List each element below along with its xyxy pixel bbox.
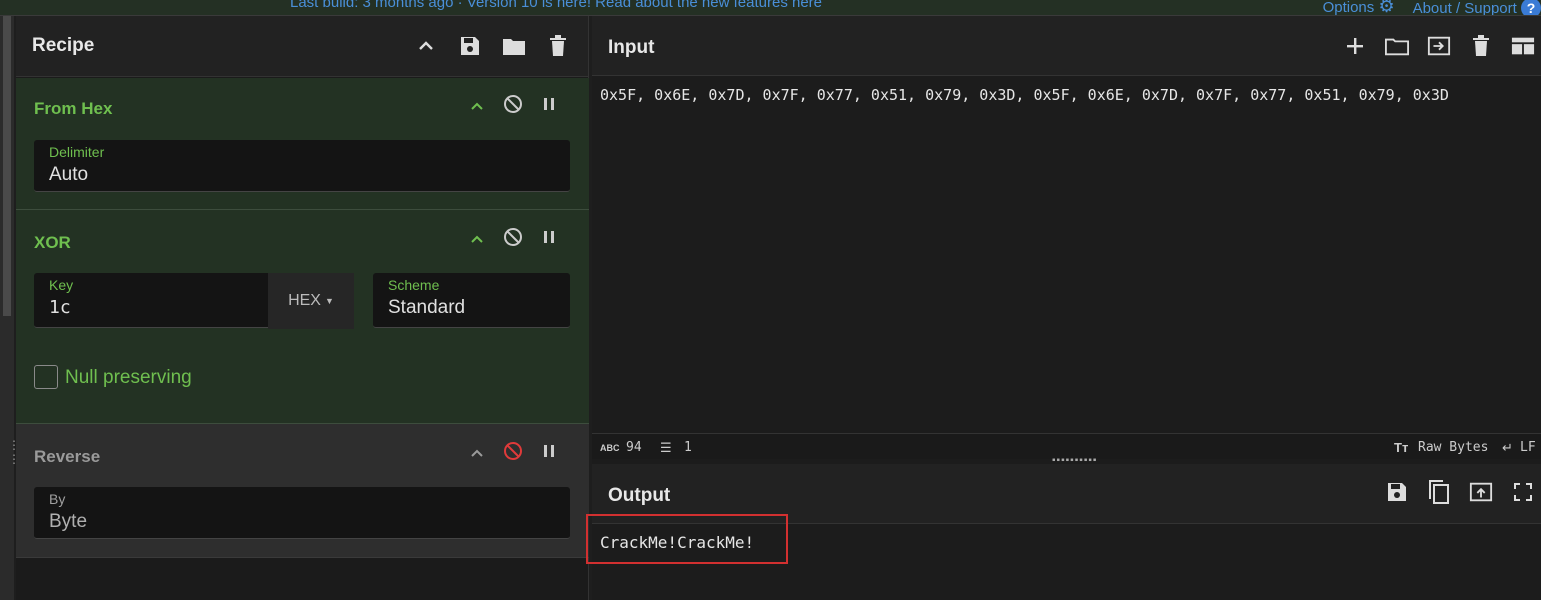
recipe-title: Recipe [32, 35, 95, 56]
abc-icon: ABC [600, 443, 620, 453]
field-label: By [49, 491, 66, 507]
output-highlight-box [586, 514, 788, 564]
recipe-header: Recipe [16, 16, 588, 77]
input-title: Input [608, 37, 655, 58]
text-encoding-icon[interactable]: Tт [1394, 440, 1408, 455]
operation-title: XOR [34, 233, 71, 252]
save-recipe-icon[interactable] [458, 34, 482, 58]
collapse-operation-icon[interactable] [467, 445, 487, 463]
about-link[interactable]: About / Support ? [1413, 0, 1541, 15]
operation-title: From Hex [34, 99, 113, 118]
null-preserving-checkbox[interactable] [34, 365, 58, 389]
collapse-all-icon[interactable] [414, 34, 438, 58]
recipe-panel: Recipe From Hex Delimiter Auto XOR Key 1… [8, 16, 589, 600]
pause-operation-icon[interactable] [539, 444, 559, 463]
null-preserving-label[interactable]: Null preserving [65, 367, 192, 389]
left-scrollbar[interactable] [0, 16, 14, 600]
scrollbar-thumb[interactable] [3, 16, 11, 316]
operation-reverse: ⋮ ⋮ Reverse By Byte [8, 424, 589, 558]
encoding-value: HEX [288, 292, 321, 309]
add-tab-icon[interactable] [1343, 34, 1367, 58]
key-input[interactable]: Key 1c HEX ▼ [34, 273, 354, 329]
raw-bytes-label[interactable]: Raw Bytes [1418, 440, 1488, 455]
lines-icon: ☰ [660, 440, 672, 455]
collapse-operation-icon[interactable] [467, 98, 487, 116]
drag-handle-icon[interactable]: ⋮ ⋮ [8, 438, 21, 466]
save-output-icon[interactable] [1385, 480, 1409, 504]
io-panel: Input 0x5F, 0x6E, 0x7D, 0x7F, 0x77, 0x51… [592, 16, 1541, 600]
options-link[interactable]: Options ⚙ [1323, 0, 1395, 16]
clear-input-trash-icon[interactable] [1469, 34, 1493, 58]
open-folder-icon[interactable] [1385, 34, 1409, 58]
pause-operation-icon[interactable] [539, 230, 559, 249]
operation-from-hex: From Hex Delimiter Auto [16, 78, 589, 210]
field-value: Standard [388, 297, 466, 318]
disable-operation-icon[interactable] [503, 94, 523, 119]
build-notice-link[interactable]: Last build: 3 months ago · Version 10 is… [290, 0, 822, 11]
top-banner: Last build: 3 months ago · Version 10 is… [0, 0, 1541, 16]
collapse-operation-icon[interactable] [467, 231, 487, 249]
input-lines: 1 [684, 440, 692, 455]
copy-output-icon[interactable] [1427, 480, 1451, 504]
disable-operation-icon-active[interactable] [503, 441, 523, 466]
eol-label[interactable]: LF [1520, 440, 1536, 455]
operation-title: Reverse [34, 447, 101, 466]
disable-operation-icon[interactable] [503, 227, 523, 252]
field-value: Byte [49, 511, 88, 532]
key-encoding-dropdown[interactable]: HEX ▼ [268, 273, 354, 329]
scheme-select[interactable]: Scheme Standard [373, 273, 570, 328]
input-header: Input [592, 16, 1541, 76]
field-label: Key [49, 277, 74, 293]
output-title: Output [608, 485, 671, 506]
maximize-output-icon[interactable] [1511, 480, 1535, 504]
operation-xor: XOR Key 1c HEX ▼ Scheme Standard Null pr… [16, 210, 589, 424]
clear-recipe-trash-icon[interactable] [546, 34, 570, 58]
field-label: Scheme [388, 277, 440, 293]
replace-input-with-output-icon[interactable] [1469, 480, 1493, 504]
field-label: Delimiter [49, 144, 105, 160]
eol-icon[interactable]: ↵ [1502, 440, 1513, 456]
input-textarea[interactable]: 0x5F, 0x6E, 0x7D, 0x7F, 0x77, 0x51, 0x79… [600, 86, 1449, 104]
by-select[interactable]: By Byte [34, 487, 570, 539]
caret-down-icon: ▼ [324, 296, 334, 306]
field-value: 1c [49, 297, 71, 318]
load-recipe-folder-icon[interactable] [502, 34, 526, 58]
gear-icon: ⚙ [1378, 0, 1395, 16]
help-icon: ? [1521, 0, 1541, 15]
reset-layout-icon[interactable] [1511, 34, 1535, 58]
field-value: Auto [49, 164, 89, 185]
pause-operation-icon[interactable] [539, 97, 559, 116]
input-length: 94 [626, 440, 642, 455]
delimiter-select[interactable]: Delimiter Auto [34, 140, 570, 192]
open-file-input-icon[interactable] [1427, 34, 1451, 58]
